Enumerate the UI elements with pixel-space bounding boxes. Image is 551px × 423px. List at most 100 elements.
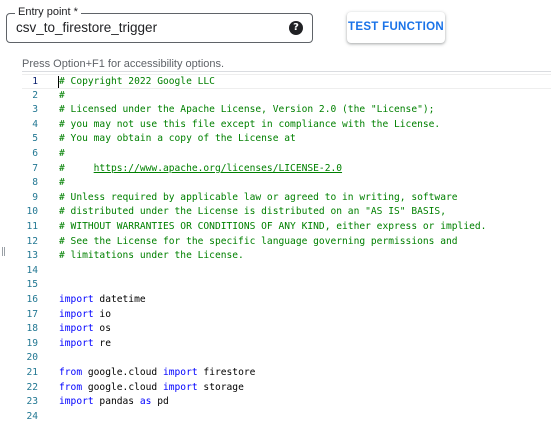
code-token: firestore: [197, 367, 256, 378]
code-token: storage: [197, 381, 244, 393]
code-line[interactable]: 8 #: [22, 176, 551, 191]
code-line[interactable]: 15: [22, 278, 551, 293]
code-line[interactable]: 5 # You may obtain a copy of the License …: [22, 132, 551, 147]
code-text: import re: [59, 337, 111, 352]
code-token: # Unless required by applicable law or a…: [59, 191, 458, 203]
code-token: #: [59, 148, 65, 159]
line-number: 11: [26, 221, 38, 232]
accessibility-hint: Press Option+F1 for accessibility option…: [22, 58, 225, 70]
line-number: 8: [32, 177, 38, 189]
code-line[interactable]: 23 import pandas as pd: [22, 395, 551, 410]
code-token: import: [59, 308, 94, 320]
line-number: 1: [32, 76, 38, 87]
code-line[interactable]: 13 # limitations under the License.: [22, 249, 551, 264]
code-line[interactable]: 6 #: [22, 147, 551, 162]
code-token: # WITHOUT WARRANTIES OR CONDITIONS OF AN…: [59, 221, 487, 232]
code-token: as: [139, 396, 152, 408]
line-number: 6: [32, 148, 38, 159]
entry-point-input[interactable]: csv_to_firestore_trigger: [16, 14, 157, 42]
line-number: 10: [26, 206, 38, 218]
line-number: 4: [32, 118, 38, 130]
code-line[interactable]: 21 from google.cloud import firestore: [22, 366, 551, 381]
line-number: 12: [26, 235, 38, 247]
code-line[interactable]: 18 import os: [22, 322, 551, 337]
line-number: 13: [26, 250, 38, 262]
code-token: # Copyright 2022 Google LLC: [59, 76, 215, 87]
code-token: # distributed under the License is distr…: [59, 206, 446, 218]
code-line[interactable]: 16 import datetime: [22, 293, 551, 308]
code-link[interactable]: https://www.apache.org/licenses/LICENSE-…: [94, 163, 342, 174]
line-number: 3: [32, 104, 38, 116]
code-line[interactable]: 12 # See the License for the specific lan…: [22, 235, 551, 250]
code-token: #: [59, 162, 94, 174]
code-line[interactable]: 2 #: [22, 89, 551, 104]
code-token: #: [59, 177, 65, 189]
code-line[interactable]: 3 # Licensed under the Apache License, Ve…: [22, 103, 551, 118]
code-text: import os: [59, 322, 111, 337]
code-text: import io: [59, 308, 111, 323]
code-text: import pandas as pd: [59, 395, 169, 410]
line-number: 2: [32, 89, 38, 101]
code-token: os: [93, 323, 111, 335]
test-function-button[interactable]: TEST FUNCTION: [347, 12, 445, 43]
code-text: from google.cloud import storage: [59, 381, 244, 396]
code-line[interactable]: 9 # Unless required by applicable law or …: [22, 191, 551, 206]
code-token: pandas: [93, 396, 140, 408]
code-text: # See the License for the specific langu…: [59, 235, 458, 250]
code-text: # you may not use this file except in co…: [59, 118, 440, 133]
code-line[interactable]: 14: [22, 264, 551, 279]
code-token: # limitations under the License.: [59, 250, 244, 262]
code-token: import: [162, 367, 198, 378]
code-token: #: [59, 89, 65, 101]
entry-point-field[interactable]: Entry point * csv_to_firestore_trigger ?: [6, 5, 313, 43]
code-text: #: [59, 147, 65, 162]
line-number: 14: [26, 264, 38, 276]
code-token: import: [59, 294, 94, 305]
code-line[interactable]: 11 # WITHOUT WARRANTIES OR CONDITIONS OF …: [22, 220, 551, 235]
code-line[interactable]: 17 import io: [22, 308, 551, 323]
code-text: # limitations under the License.: [59, 249, 244, 264]
code-text: # Unless required by applicable law or a…: [59, 191, 458, 206]
text-cursor: [58, 76, 59, 88]
line-number: 9: [32, 191, 38, 203]
line-number: 7: [32, 162, 38, 174]
code-line[interactable]: 20: [22, 351, 551, 366]
code-line[interactable]: 1 # Copyright 2022 Google LLC: [22, 74, 551, 89]
code-line[interactable]: 4 # you may not use this file except in c…: [22, 118, 551, 133]
code-token: from: [59, 381, 83, 393]
code-line[interactable]: 10 # distributed under the License is dis…: [22, 205, 551, 220]
code-text: # https://www.apache.org/licenses/LICENS…: [59, 162, 342, 177]
resize-handle[interactable]: [2, 247, 5, 256]
code-line[interactable]: 22 from google.cloud import storage: [22, 381, 551, 396]
code-token: # See the License for the specific langu…: [59, 235, 458, 247]
code-line[interactable]: 24: [22, 410, 551, 423]
code-text: # You may obtain a copy of the License a…: [59, 132, 296, 147]
line-number: 16: [26, 294, 38, 305]
code-text: #: [59, 176, 65, 191]
code-text: # Licensed under the Apache License, Ver…: [59, 103, 434, 118]
line-number: 19: [26, 337, 38, 349]
code-token: from: [59, 367, 83, 378]
code-token: import: [59, 323, 94, 335]
code-text: from google.cloud import firestore: [59, 366, 255, 381]
code-token: # You may obtain a copy of the License a…: [59, 133, 296, 145]
line-number: 21: [26, 367, 38, 378]
question-circle-icon[interactable]: ?: [289, 21, 303, 35]
code-token: # Licensed under the Apache License, Ver…: [59, 104, 435, 116]
line-number: 15: [26, 279, 38, 291]
code-token: google.cloud: [82, 367, 163, 378]
line-number: 18: [26, 323, 38, 335]
code-token: google.cloud: [82, 381, 163, 393]
code-text: # WITHOUT WARRANTIES OR CONDITIONS OF AN…: [59, 220, 486, 235]
line-number: 23: [26, 396, 38, 408]
code-token: import: [162, 381, 198, 393]
code-line[interactable]: 19 import re: [22, 337, 551, 352]
code-token: pd: [151, 396, 169, 408]
code-text: import datetime: [59, 293, 146, 308]
line-number: 22: [26, 381, 38, 393]
code-line[interactable]: 7 # https://www.apache.org/licenses/LICEN…: [22, 162, 551, 177]
code-text: # Copyright 2022 Google LLC: [59, 75, 215, 90]
code-editor[interactable]: 1 # Copyright 2022 Google LLC 2 #3 # License…: [22, 71, 551, 423]
line-number: 5: [32, 133, 38, 145]
line-number: 17: [26, 308, 38, 320]
